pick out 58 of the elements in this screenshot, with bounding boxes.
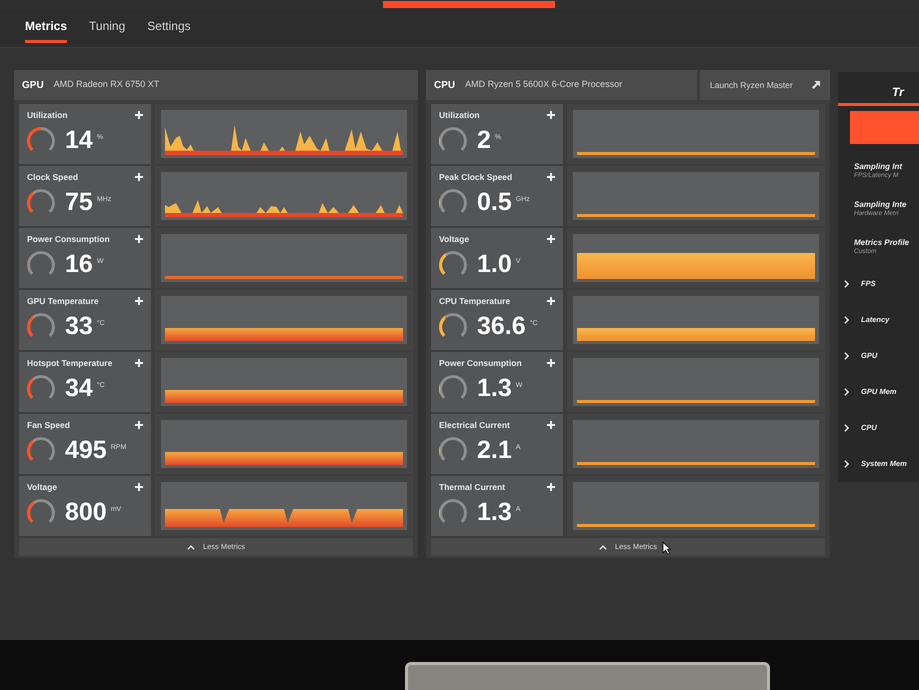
metric-value: 34: [65, 375, 93, 401]
metric-value: 1.3: [477, 499, 512, 525]
metric-value: 33: [65, 313, 93, 339]
metric-label: Power Consumption: [439, 358, 522, 368]
metric-label: Voltage: [27, 482, 58, 492]
metric-value: 495: [65, 437, 107, 463]
plus-icon[interactable]: [547, 483, 555, 491]
metric-label: Fan Speed: [27, 420, 70, 430]
panel-title: Tr: [892, 85, 904, 100]
metric-label: Peak Clock Speed: [439, 172, 512, 182]
plus-icon[interactable]: [135, 421, 143, 429]
plus-icon[interactable]: [135, 111, 143, 119]
device-name: AMD Radeon RX 6750 XT: [54, 78, 160, 92]
arrow-up-right-icon: [812, 81, 820, 89]
tab[interactable]: Tuning: [89, 17, 126, 43]
device-name: AMD Ryzen 5 5600X 6-Core Processor: [465, 78, 622, 92]
tab[interactable]: Settings: [147, 17, 191, 43]
plus-icon[interactable]: [135, 235, 143, 243]
plus-icon[interactable]: [547, 235, 555, 243]
setting-label[interactable]: Sampling Int: [854, 162, 919, 172]
device-tag: CPU: [434, 78, 456, 92]
plus-icon[interactable]: [547, 173, 555, 181]
plus-icon[interactable]: [547, 421, 555, 429]
launch-button[interactable]: Launch Ryzen Master: [700, 70, 830, 100]
plus-icon[interactable]: [547, 297, 555, 305]
plus-icon[interactable]: [547, 111, 555, 119]
metric-label: CPU Temperature: [439, 296, 510, 306]
tab[interactable]: Metrics: [25, 17, 68, 43]
mouse-pointer-icon: [662, 541, 671, 555]
plus-icon[interactable]: [135, 359, 143, 367]
metric-label: Thermal Current: [439, 482, 506, 492]
chevron-up-icon: [186, 544, 195, 550]
metric-value: 1.0: [477, 251, 512, 277]
plus-icon[interactable]: [135, 297, 143, 305]
setting-label[interactable]: Sampling Inte: [854, 200, 919, 210]
metric-value: 16: [65, 251, 93, 277]
plus-icon[interactable]: [135, 173, 143, 181]
metric-label: Power Consumption: [27, 234, 110, 244]
metric-label: Clock Speed: [27, 172, 78, 182]
metric-label: Utilization: [439, 110, 480, 120]
setting-label[interactable]: Metrics Profile: [854, 238, 919, 248]
metric-value: 1.3: [477, 375, 512, 401]
metric-value: 0.5: [477, 189, 512, 215]
metric-value: 14: [65, 127, 93, 153]
metric-label: Utilization: [27, 110, 68, 120]
metric-label: GPU Temperature: [27, 296, 99, 306]
metric-label: Electrical Current: [439, 420, 510, 430]
metric-value: 36.6: [477, 313, 526, 339]
metric-value: 75: [65, 189, 93, 215]
metric-label: Voltage: [439, 234, 470, 244]
chevron-up-icon: [598, 544, 607, 550]
plus-icon[interactable]: [547, 359, 555, 367]
metric-value: 2: [477, 127, 491, 153]
device-tag: GPU: [22, 78, 44, 92]
metric-value: 2.1: [477, 437, 512, 463]
metric-label: Hotspot Temperature: [27, 358, 112, 368]
metric-value: 800: [65, 499, 107, 525]
plus-icon[interactable]: [135, 483, 143, 491]
